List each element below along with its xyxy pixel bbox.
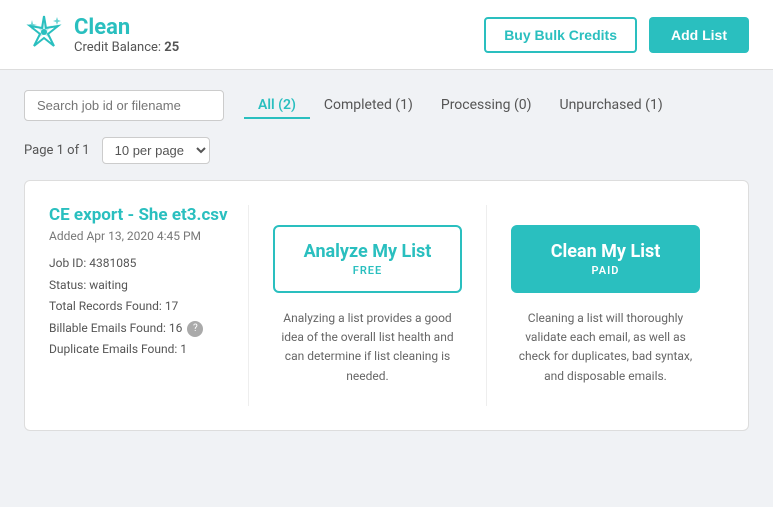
logo-area: Clean Credit Balance: 25 [24, 12, 179, 57]
pagination-row: Page 1 of 1 10 per page 25 per page 50 p… [24, 137, 749, 164]
credit-balance: Credit Balance: 25 [74, 40, 179, 55]
action-panels: Analyze My List FREE Analyzing a list pr… [249, 205, 724, 406]
job-info: CE export - She et3.csv Added Apr 13, 20… [49, 205, 249, 406]
clean-button[interactable]: Clean My List PAID [511, 225, 700, 293]
job-date: Added Apr 13, 2020 4:45 PM [49, 229, 228, 243]
buy-bulk-credits-button[interactable]: Buy Bulk Credits [484, 17, 637, 53]
job-card: CE export - She et3.csv Added Apr 13, 20… [24, 180, 749, 431]
job-billable-emails: Billable Emails Found: 16 ? [49, 318, 228, 340]
search-input[interactable] [24, 90, 224, 121]
header-actions: Buy Bulk Credits Add List [484, 17, 749, 53]
analyze-subtitle: FREE [303, 264, 432, 277]
job-id: Job ID: 4381085 [49, 253, 228, 275]
clean-title: Clean My List [541, 241, 670, 262]
logo-title: Clean [74, 15, 179, 40]
analyze-button[interactable]: Analyze My List FREE [273, 225, 462, 293]
job-status: Status: waiting [49, 275, 228, 297]
content: All (2) Completed (1) Processing (0) Unp… [0, 70, 773, 451]
clean-logo-icon [24, 12, 64, 57]
job-duplicate-emails: Duplicate Emails Found: 1 [49, 339, 228, 361]
job-total-records: Total Records Found: 17 [49, 296, 228, 318]
tab-unpurchased[interactable]: Unpurchased (1) [546, 93, 677, 119]
help-icon[interactable]: ? [187, 321, 203, 337]
analyze-description: Analyzing a list provides a good idea of… [273, 309, 462, 386]
filter-row: All (2) Completed (1) Processing (0) Unp… [24, 90, 749, 121]
logo-text-group: Clean Credit Balance: 25 [74, 15, 179, 55]
tab-all[interactable]: All (2) [244, 93, 310, 119]
header: Clean Credit Balance: 25 Buy Bulk Credit… [0, 0, 773, 70]
clean-subtitle: PAID [541, 264, 670, 277]
clean-description: Cleaning a list will thoroughly validate… [511, 309, 700, 386]
tab-completed[interactable]: Completed (1) [310, 93, 427, 119]
tabs: All (2) Completed (1) Processing (0) Unp… [244, 93, 677, 119]
clean-panel: Clean My List PAID Cleaning a list will … [487, 205, 724, 406]
job-meta: Job ID: 4381085 Status: waiting Total Re… [49, 253, 228, 361]
add-list-button[interactable]: Add List [649, 17, 749, 53]
analyze-panel: Analyze My List FREE Analyzing a list pr… [249, 205, 487, 406]
analyze-title: Analyze My List [303, 241, 432, 262]
tab-processing[interactable]: Processing (0) [427, 93, 546, 119]
per-page-select[interactable]: 10 per page 25 per page 50 per page [102, 137, 210, 164]
job-filename: CE export - She et3.csv [49, 205, 228, 225]
page-label: Page 1 of 1 [24, 143, 90, 158]
